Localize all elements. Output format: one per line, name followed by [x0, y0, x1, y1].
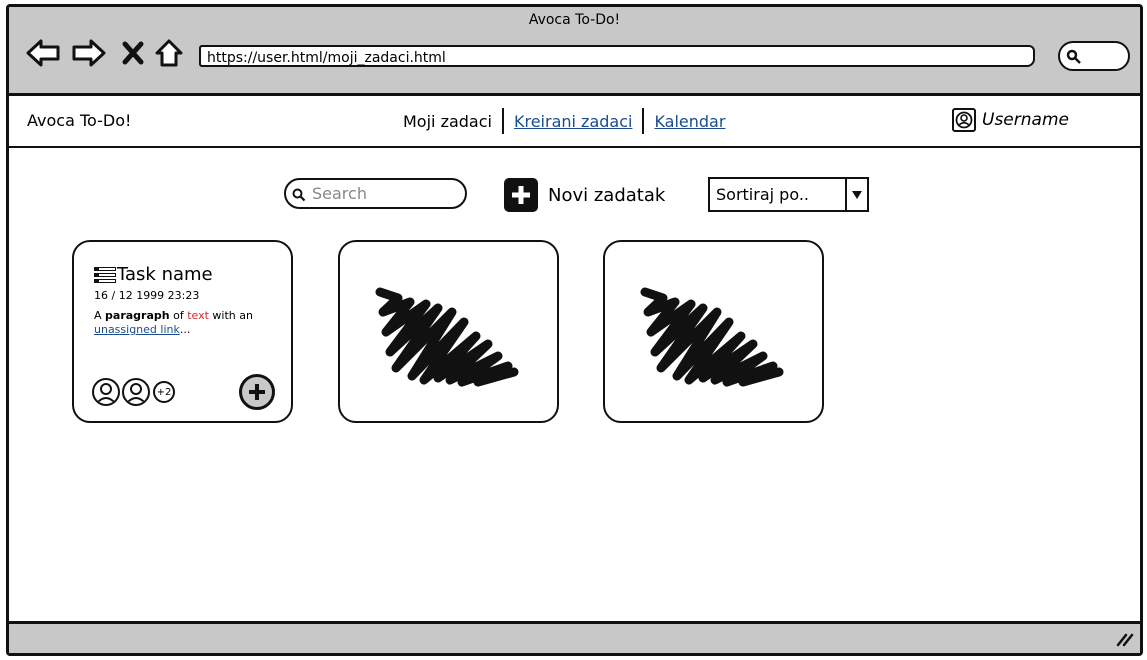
- browser-window: Avoca To-Do! https://user.html/moji_zada…: [6, 4, 1143, 656]
- avatar[interactable]: [92, 378, 120, 406]
- search-input[interactable]: Search: [284, 178, 467, 209]
- top-navigation: Avoca To-Do! Moji zadaci Kreirani zadaci…: [9, 96, 1140, 148]
- task-card-placeholder[interactable]: [338, 240, 559, 423]
- plus-icon: [504, 178, 538, 212]
- list-icon: [94, 266, 116, 283]
- desc-bold: paragraph: [105, 309, 170, 322]
- new-task-label: Novi zadatak: [548, 184, 666, 206]
- nav-links: Moji zadaci Kreirani zadaci Kalendar: [403, 108, 725, 134]
- search-icon: [1066, 49, 1081, 64]
- app-brand[interactable]: Avoca To-Do!: [27, 111, 131, 130]
- task-card-placeholder[interactable]: [603, 240, 824, 423]
- add-member-button[interactable]: [239, 374, 275, 410]
- close-icon[interactable]: [115, 35, 151, 71]
- desc-red: text: [187, 309, 209, 322]
- search-icon: [292, 188, 306, 202]
- back-arrow-icon[interactable]: [25, 35, 61, 71]
- nav-item-kreirani-zadaci[interactable]: Kreirani zadaci: [514, 112, 632, 131]
- username: Username: [982, 110, 1069, 130]
- plus-icon: [249, 384, 265, 400]
- forward-arrow-icon[interactable]: [71, 35, 107, 71]
- desc-ellipsis: ...: [179, 323, 191, 336]
- nav-item-moji-zadaci[interactable]: Moji zadaci: [403, 112, 492, 131]
- scribble-image-icon: [640, 287, 784, 387]
- sort-label: Sortiraj po..: [716, 185, 809, 204]
- address-bar[interactable]: https://user.html/moji_zadaci.html: [199, 45, 1035, 67]
- task-name: Task name: [117, 264, 213, 285]
- desc-text: with an: [208, 309, 253, 322]
- task-card[interactable]: Task name 16 / 12 1999 23:23 A paragraph…: [72, 240, 293, 423]
- avatar[interactable]: [122, 378, 150, 406]
- more-members-badge[interactable]: +2: [153, 381, 175, 403]
- browser-chrome: Avoca To-Do! https://user.html/moji_zada…: [9, 7, 1140, 96]
- home-icon[interactable]: [151, 35, 187, 71]
- search-placeholder: Search: [312, 184, 367, 203]
- task-title: Task name: [94, 264, 213, 285]
- user-menu[interactable]: Username: [952, 108, 1069, 132]
- chevron-down-icon[interactable]: [845, 179, 867, 210]
- window-title: Avoca To-Do!: [528, 12, 621, 28]
- task-description: A paragraph of text with an unassigned li…: [94, 309, 274, 337]
- user-icon: [952, 108, 976, 132]
- browser-search-field[interactable]: [1058, 41, 1130, 71]
- resize-handle-icon[interactable]: [1116, 631, 1134, 647]
- task-link[interactable]: unassigned link: [94, 323, 180, 336]
- task-members[interactable]: +2: [92, 378, 175, 406]
- task-date: 16 / 12 1999 23:23: [94, 289, 200, 302]
- nav-divider: [642, 108, 645, 134]
- scribble-image-icon: [375, 287, 519, 387]
- sort-select[interactable]: Sortiraj po..: [708, 177, 869, 212]
- desc-text: A: [94, 309, 106, 322]
- status-bar: [9, 621, 1140, 653]
- nav-divider: [501, 108, 504, 134]
- desc-text: of: [169, 309, 188, 322]
- new-task-button[interactable]: Novi zadatak: [504, 178, 665, 212]
- nav-item-kalendar[interactable]: Kalendar: [654, 112, 725, 131]
